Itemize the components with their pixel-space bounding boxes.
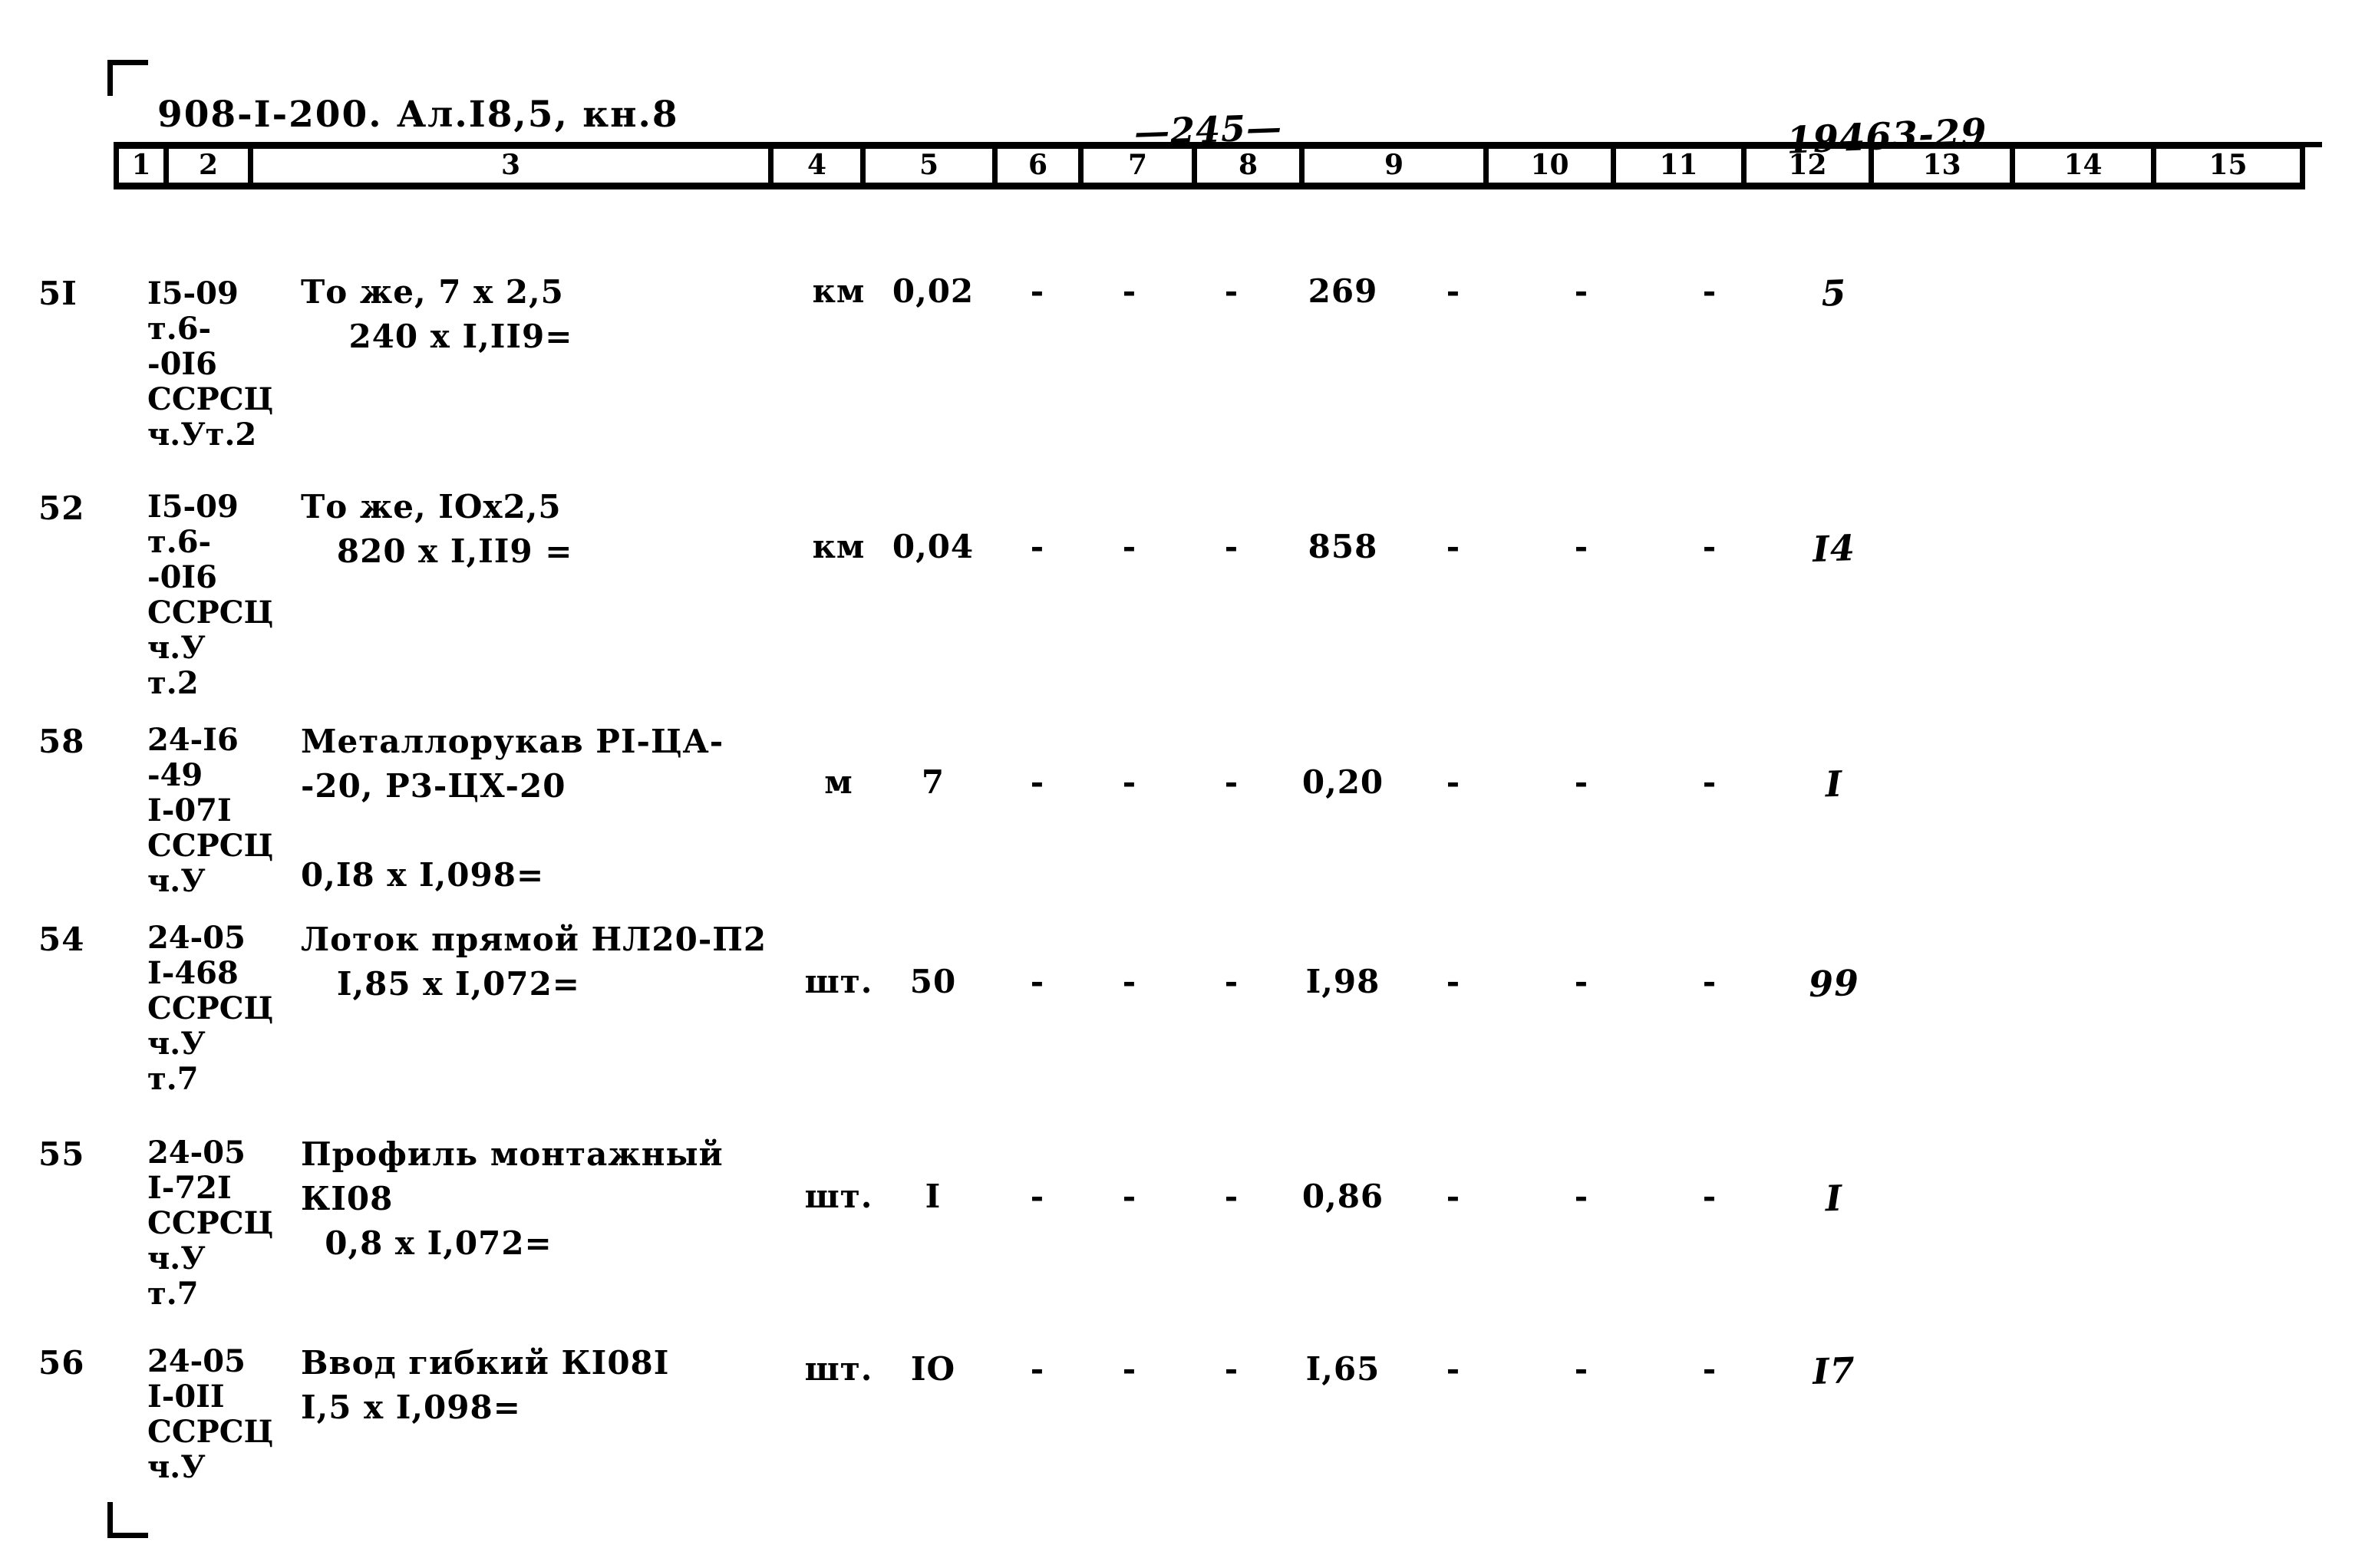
column-header-10: 10 xyxy=(1489,149,1616,183)
table-row: 58 24-I6 -49 I-07I ССРСЦ ч.У Металлорукав … xyxy=(0,690,2375,899)
cell-col-13: I4 xyxy=(1812,527,1856,570)
cell-col-12: - xyxy=(1702,1178,1717,1215)
norm-code-cell: 24-05 I-468 ССРСЦ ч.У т.7 xyxy=(147,920,274,1097)
cell-col-11: - xyxy=(1574,272,1589,310)
column-header-3: 3 xyxy=(253,149,774,183)
document-header: 908-I-200. Ал.I8,5, кн.8 —245— 19463-29 xyxy=(0,46,2375,163)
row-number: 56 xyxy=(38,1344,85,1382)
column-header-8: 8 xyxy=(1197,149,1305,183)
cell-col-12: - xyxy=(1702,528,1717,565)
column-header-15: 15 xyxy=(2156,149,2305,183)
cell-col-10: - xyxy=(1446,1350,1461,1388)
column-header-6: 6 xyxy=(998,149,1084,183)
cell-col-12: - xyxy=(1702,272,1717,310)
cell-col-13: I xyxy=(1824,763,1844,805)
description-cell: Ввод гибкий КI08I I,5 х I,098= xyxy=(301,1344,670,1426)
column-header-7: 7 xyxy=(1084,149,1197,183)
column-header-14: 14 xyxy=(2015,149,2156,183)
column-header-9: 9 xyxy=(1305,149,1489,183)
cell-col-10: - xyxy=(1446,963,1461,1000)
document-code: 908-I-200. Ал.I8,5, кн.8 xyxy=(157,94,679,136)
cell-col-10: - xyxy=(1446,763,1461,801)
cell-col-13: 99 xyxy=(1808,961,1860,1006)
cell-col-13: I xyxy=(1824,1177,1844,1220)
cell-col-11: - xyxy=(1574,963,1589,1000)
cell-col-11: - xyxy=(1574,1178,1589,1215)
row-number: 54 xyxy=(38,921,85,958)
table-body: 5I I5-09 т.6- -0I6 ССРСЦ ч.Ут.2 То же, 7 х… xyxy=(0,230,2375,1566)
cell-col-12: - xyxy=(1702,963,1717,1000)
column-header-4: 4 xyxy=(774,149,866,183)
column-header-13: 13 xyxy=(1874,149,2015,183)
column-header-11: 11 xyxy=(1616,149,1747,183)
cell-col-13: 5 xyxy=(1820,272,1848,315)
norm-code-cell: 24-I6 -49 I-07I ССРСЦ ч.У xyxy=(147,722,274,899)
table-row: 54 24-05 I-468 ССРСЦ ч.У т.7 Лоток прямой … xyxy=(0,890,2375,1105)
cell-col-11: - xyxy=(1574,763,1589,801)
cell-col-10: - xyxy=(1446,272,1461,310)
description-cell: Металлорукав РI-ЦА- -20, Р3-ЦХ-20 0,I8 х… xyxy=(301,723,724,894)
table-column-header-row: 1 2 3 4 5 6 7 8 9 10 11 12 13 14 15 xyxy=(114,142,2305,189)
cell-col-11: - xyxy=(1574,528,1589,565)
norm-code-cell: I5-09 т.6- -0I6 ССРСЦ ч.У т.2 xyxy=(147,489,274,701)
column-header-12: 12 xyxy=(1747,149,1874,183)
column-header-2: 2 xyxy=(169,149,253,183)
description-cell: Лоток прямой НЛ20-П2 I,85 х I,072= xyxy=(301,921,767,1003)
row-number: 55 xyxy=(38,1135,85,1173)
cell-col-10: - xyxy=(1446,1178,1461,1215)
row-number: 52 xyxy=(38,489,85,527)
norm-code-cell: 24-05 I-0II ССРСЦ ч.У xyxy=(147,1343,274,1485)
table-row: 5I I5-09 т.6- -0I6 ССРСЦ ч.Ут.2 То же, 7 х… xyxy=(0,230,2375,453)
description-cell: То же, 7 х 2,5 240 х I,II9= xyxy=(301,273,573,355)
document-page: 908-I-200. Ал.I8,5, кн.8 —245— 19463-29 … xyxy=(0,0,2375,1568)
row-number: 5I xyxy=(38,275,78,312)
column-header-1: 1 xyxy=(114,149,169,183)
description-cell: То же, IOх2,5 820 х I,II9 = xyxy=(301,488,573,570)
cell-col-12: - xyxy=(1702,763,1717,801)
table-row: 56 24-05 I-0II ССРСЦ ч.У Ввод гибкий КI08I… xyxy=(0,1313,2375,1566)
row-number: 58 xyxy=(38,723,85,760)
table-row: 55 24-05 I-72I ССРСЦ ч.У т.7 Профиль монта… xyxy=(0,1105,2375,1313)
cell-col-10: - xyxy=(1446,528,1461,565)
description-cell: Профиль монтажный КI08 0,8 х I,072= xyxy=(301,1135,724,1262)
column-header-5: 5 xyxy=(866,149,998,183)
norm-code-cell: 24-05 I-72I ССРСЦ ч.У т.7 xyxy=(147,1135,274,1312)
cell-col-11: - xyxy=(1574,1350,1589,1388)
table-row: 52 I5-09 т.6- -0I6 ССРСЦ ч.У т.2 То же, IO… xyxy=(0,451,2375,701)
header-tick-mark xyxy=(2305,142,2322,147)
cell-col-13: I7 xyxy=(1812,1349,1856,1392)
norm-code-cell: I5-09 т.6- -0I6 ССРСЦ ч.Ут.2 xyxy=(147,275,274,453)
cell-col-12: - xyxy=(1702,1350,1717,1388)
